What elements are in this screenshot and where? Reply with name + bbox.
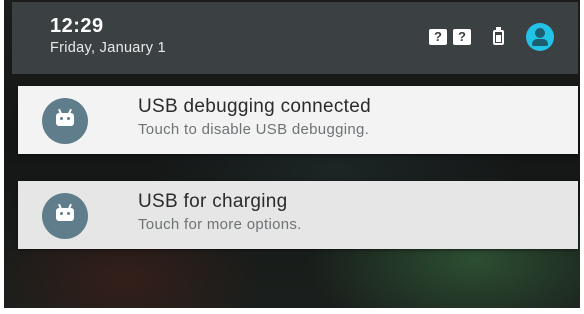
clock: 12:29 (50, 15, 104, 37)
notification-text: Touch to disable USB debugging. (138, 121, 370, 138)
date: Friday, January 1 (50, 40, 167, 56)
notification-text: Touch for more options. (138, 216, 302, 233)
notification-shade: 12:29 Friday, January 1 ? ? USB debuggin… (4, 0, 580, 308)
avatar-shoulders (532, 39, 548, 46)
quick-settings-header[interactable]: 12:29 Friday, January 1 ? ? (12, 2, 578, 74)
user-avatar-icon[interactable] (526, 23, 554, 51)
avatar-head (535, 28, 545, 38)
sim-unknown-icon: ? (453, 29, 471, 45)
usb-debugging-notification[interactable]: USB debugging connected Touch to disable… (18, 86, 578, 154)
usb-charging-notification[interactable]: USB for charging Touch for more options. (18, 181, 578, 249)
system-icons: ? ? (429, 23, 554, 51)
notification-title: USB debugging connected (138, 96, 371, 117)
android-head (56, 208, 74, 221)
notification-title: USB for charging (138, 191, 288, 212)
battery-icon (493, 26, 504, 45)
android-debug-icon (42, 98, 88, 144)
android-head (56, 113, 74, 126)
android-usb-icon (42, 193, 88, 239)
sim-unknown-icon: ? (429, 29, 447, 45)
